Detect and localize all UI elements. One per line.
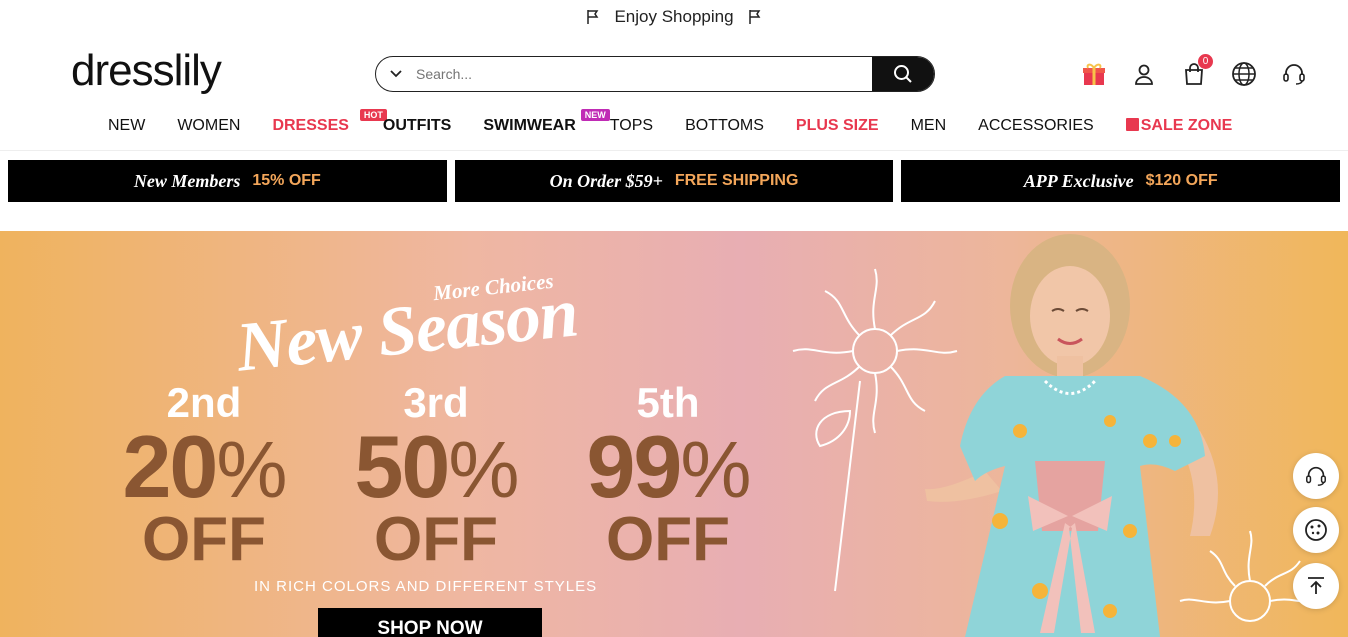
chevron-down-icon[interactable] bbox=[376, 57, 416, 91]
headset-icon[interactable] bbox=[1280, 60, 1308, 88]
nav-item-sale-zone[interactable]: SALE ZONE bbox=[1125, 117, 1233, 135]
back-to-top-button[interactable] bbox=[1293, 563, 1339, 609]
nav-item-dresses-label: DRESSES bbox=[272, 117, 349, 134]
nav-item-swimwear[interactable]: SWIMWEAR NEW bbox=[483, 109, 610, 135]
cart-count-badge: 0 bbox=[1198, 54, 1213, 69]
cart-icon[interactable]: 0 bbox=[1180, 54, 1213, 88]
offer-off: OFF bbox=[606, 505, 730, 574]
customer-service-button[interactable] bbox=[1293, 453, 1339, 499]
promo-accent: $120 OFF bbox=[1145, 172, 1218, 189]
offer-percent-value: 50 bbox=[354, 417, 450, 516]
offer-off: OFF bbox=[374, 505, 498, 574]
offer-percent: 99% bbox=[564, 423, 772, 514]
announcement-bar: Enjoy Shopping bbox=[0, 0, 1348, 34]
promo-free-shipping[interactable]: On Order $59+ FREE SHIPPING bbox=[454, 160, 894, 202]
promo-accent: FREE SHIPPING bbox=[674, 172, 799, 189]
promo-lead: On Order $59+ bbox=[549, 170, 663, 191]
gift-icon bbox=[1125, 118, 1139, 131]
cookie-icon bbox=[1305, 519, 1327, 541]
promo-lead: New Members bbox=[133, 170, 241, 191]
nav-item-women[interactable]: WOMEN bbox=[177, 117, 240, 135]
flag-icon bbox=[748, 10, 760, 24]
nav-item-swimwear-label: SWIMWEAR bbox=[483, 117, 576, 134]
promo-lead: APP Exclusive bbox=[1023, 170, 1134, 191]
hero-banner[interactable]: More Choices New Season 2nd 20% OFF 3rd … bbox=[0, 231, 1348, 637]
offer-2nd: 2nd 20% OFF bbox=[100, 381, 308, 574]
nav-item-tops[interactable]: TOPS bbox=[610, 117, 653, 135]
brand-logo[interactable]: dresslily bbox=[71, 46, 222, 96]
search-bar bbox=[375, 56, 935, 92]
percent-symbol: % bbox=[680, 425, 751, 514]
hero-subline: IN RICH COLORS AND DIFFERENT STYLES bbox=[254, 578, 598, 595]
nav-item-bottoms[interactable]: BOTTOMS bbox=[685, 117, 764, 135]
headset-icon bbox=[1306, 466, 1326, 486]
offer-percent-value: 20 bbox=[122, 417, 218, 516]
new-tag: NEW bbox=[580, 109, 610, 121]
offer-percent: 50% bbox=[332, 423, 540, 514]
promo-app-exclusive[interactable]: APP Exclusive $120 OFF bbox=[901, 160, 1341, 202]
percent-symbol: % bbox=[216, 425, 287, 514]
main-nav: NEW WOMEN DRESSES HOT OUTFITS SWIMWEAR N… bbox=[0, 104, 1348, 148]
offer-percent-value: 99 bbox=[586, 417, 682, 516]
cookie-settings-button[interactable] bbox=[1293, 507, 1339, 553]
offer-5th: 5th 99% OFF bbox=[564, 381, 772, 574]
shop-now-button[interactable]: SHOP NOW bbox=[318, 608, 542, 637]
nav-item-accessories[interactable]: ACCESSORIES bbox=[978, 117, 1094, 135]
globe-icon[interactable] bbox=[1230, 60, 1258, 88]
flag-icon bbox=[587, 10, 599, 24]
offer-3rd: 3rd 50% OFF bbox=[332, 381, 540, 574]
model-photo bbox=[792, 234, 1321, 637]
nav-item-plus-size[interactable]: PLUS SIZE bbox=[796, 117, 879, 135]
nav-item-men[interactable]: MEN bbox=[911, 117, 947, 135]
promo-strips: New Members 15% OFF On Order $59+ FREE S… bbox=[0, 151, 1348, 202]
hero-script-main: New Season bbox=[232, 274, 582, 387]
nav-item-dresses[interactable]: DRESSES HOT bbox=[272, 109, 387, 135]
nav-item-sale-zone-label: SALE ZONE bbox=[1140, 117, 1233, 134]
nav-item-new[interactable]: NEW bbox=[108, 117, 145, 135]
search-icon bbox=[894, 65, 912, 83]
offer-off: OFF bbox=[142, 505, 266, 574]
announcement-text: Enjoy Shopping bbox=[614, 7, 734, 26]
promo-new-members[interactable]: New Members 15% OFF bbox=[8, 160, 447, 202]
back-to-top-icon bbox=[1308, 577, 1324, 594]
nav-item-outfits[interactable]: OUTFITS bbox=[383, 117, 451, 135]
offer-percent: 20% bbox=[100, 423, 308, 514]
gift-icon[interactable] bbox=[1080, 60, 1108, 88]
hero-offers: 2nd 20% OFF 3rd 50% OFF 5th 99% OFF bbox=[100, 381, 772, 574]
search-button[interactable] bbox=[872, 57, 934, 91]
percent-symbol: % bbox=[448, 425, 519, 514]
site-header: dresslily 0 bbox=[0, 34, 1348, 104]
header-icons: 0 bbox=[1080, 54, 1308, 88]
user-icon[interactable] bbox=[1130, 60, 1158, 88]
search-input[interactable] bbox=[416, 66, 872, 82]
promo-accent: 15% OFF bbox=[252, 172, 321, 189]
